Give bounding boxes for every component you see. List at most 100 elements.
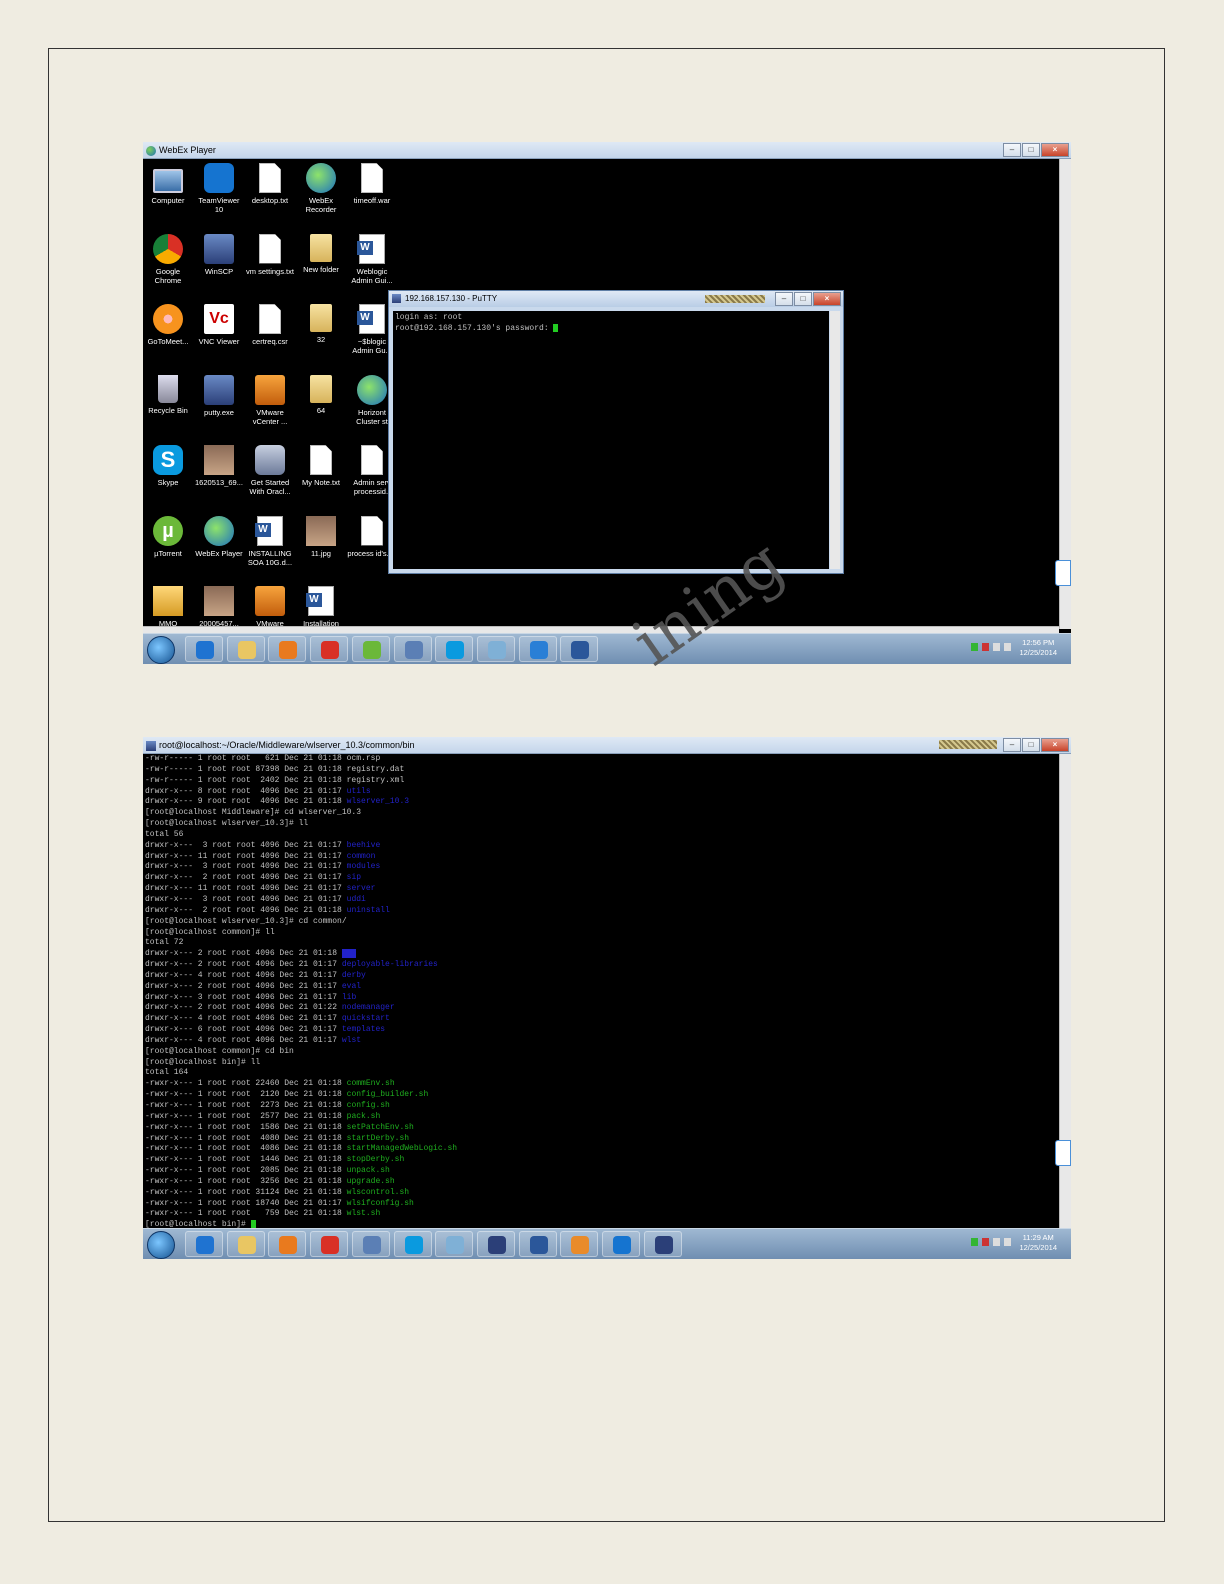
minimize-button[interactable]: – (1003, 738, 1021, 752)
desktop-icon[interactable]: putty.exe (194, 374, 244, 417)
taskbar-button[interactable] (351, 1231, 390, 1257)
taskbar-button[interactable] (393, 1231, 432, 1257)
signal-icon[interactable] (993, 643, 1000, 651)
desktop-icon-label: vm settings.txt (246, 266, 294, 276)
desktop-icon[interactable]: TeamViewer 10 (194, 163, 244, 214)
putty-scrollbar[interactable] (830, 311, 840, 569)
putty-icon (146, 740, 156, 751)
terminal-line-text: drwxr-x--- 11 root root 4096 Dec 21 01:1… (145, 851, 347, 861)
desktop-icon[interactable]: S Skype (143, 445, 193, 487)
close-button[interactable]: × (1041, 143, 1069, 157)
desktop-icon[interactable]: vm settings.txt (245, 233, 295, 276)
desktop-icon[interactable]: WebEx Recorder (296, 163, 346, 214)
database-icon (255, 445, 285, 475)
webex-side-tab-icon[interactable] (1055, 1140, 1071, 1166)
maximize-button[interactable]: □ (794, 292, 812, 306)
desktop-icon[interactable]: VMware vCenter ... (245, 374, 295, 426)
vertical-scrollbar[interactable] (1059, 159, 1071, 629)
desktop-icon[interactable]: certreq.csr (245, 304, 295, 346)
taskbar-button[interactable] (435, 636, 474, 662)
taskbar-button[interactable] (268, 1231, 307, 1257)
start-button[interactable] (147, 1231, 175, 1259)
desktop-icon[interactable]: 20005457... (194, 586, 244, 628)
volume-icon[interactable] (1004, 1238, 1011, 1246)
terminal-output[interactable]: -rw-r----- 1 root root 621 Dec 21 01:18 … (143, 754, 1059, 1229)
taskbar-button[interactable] (476, 636, 515, 662)
desktop-icon[interactable]: timeoff.war (347, 163, 397, 205)
tray-icon[interactable] (971, 643, 978, 651)
close-button[interactable]: × (813, 292, 841, 306)
desktop-icon[interactable]: New folder (296, 233, 346, 274)
taskbar-button[interactable] (518, 636, 557, 662)
desktop-icon[interactable]: WinSCP (194, 233, 244, 276)
taskbar-button[interactable] (560, 1231, 599, 1257)
taskbar-button[interactable] (351, 636, 390, 662)
terminal-line: [root@localhost common]# cd bin (145, 1047, 294, 1056)
desktop-icon[interactable]: MMO (143, 586, 193, 628)
desktop-icon[interactable]: My Note.txt (296, 445, 346, 487)
taskbar-button[interactable] (393, 636, 432, 662)
terminal-line-text: -rwxr-x--- 1 root root 2085 Dec 21 01:18 (145, 1166, 347, 1176)
desktop-icon[interactable]: INSTALLING SOA 10G.d... (245, 515, 295, 567)
desktop-icon-label: 1620513_69... (195, 478, 243, 487)
desktop-icon[interactable]: 64 (296, 374, 346, 415)
tray-icon[interactable] (971, 1238, 978, 1246)
desktop-icon[interactable]: Computer (143, 163, 193, 205)
maximize-button[interactable]: □ (1022, 738, 1040, 752)
terminal-line: -rwxr-x--- 1 root root 1446 Dec 21 01:18… (145, 1155, 404, 1164)
desktop-icon-label: 11.jpg (311, 548, 331, 558)
close-button[interactable]: × (1041, 738, 1069, 752)
tray-icon[interactable] (982, 643, 989, 651)
terminal-line-text: drwxr-x--- 4 root root 4096 Dec 21 01:17 (145, 970, 342, 980)
terminal-line: drwxr-x--- 3 root root 4096 Dec 21 01:17… (145, 993, 356, 1002)
desktop-icon[interactable]: 32 (296, 304, 346, 344)
taskbar-button[interactable] (185, 1231, 223, 1257)
taskbar-button[interactable] (310, 636, 349, 662)
desktop-icon[interactable]: µ µTorrent (143, 515, 193, 558)
taskbar-button[interactable] (643, 1231, 682, 1257)
desktop-icon[interactable]: Vc VNC Viewer (194, 304, 244, 346)
taskbar-button[interactable] (476, 1231, 515, 1257)
desktop-icon[interactable]: Weblogic Admin Gui... (347, 233, 397, 285)
terminal-line: drwxr-x--- 2 root root 4096 Dec 21 01:17… (145, 873, 361, 882)
terminal-line: drwxr-x--- 2 root root 4096 Dec 21 01:17… (145, 982, 361, 991)
clock[interactable]: 11:29 AM 12/25/2014 (1019, 1233, 1057, 1253)
taskbar-button[interactable] (226, 1231, 265, 1257)
maximize-button[interactable]: □ (1022, 143, 1040, 157)
start-button[interactable] (147, 636, 175, 664)
desktop-icon[interactable]: GoToMeet... (143, 304, 193, 346)
clock[interactable]: 12:56 PM 12/25/2014 (1019, 638, 1057, 658)
minimize-button[interactable]: – (775, 292, 793, 306)
terminal-line: -rwxr-x--- 1 root root 2577 Dec 21 01:18… (145, 1112, 380, 1121)
desktop-icon[interactable]: Get Started With Oracl... (245, 445, 295, 496)
desktop-icon[interactable]: Google Chrome (143, 233, 193, 285)
desktop-icon[interactable]: 1620513_69... (194, 445, 244, 487)
terminal-line-text: drwxr-x--- 3 root root 4096 Dec 21 01:17 (145, 992, 342, 1002)
taskbar-button[interactable] (226, 636, 265, 662)
terminal-line-text: drwxr-x--- 6 root root 4096 Dec 21 01:17 (145, 1025, 342, 1035)
desktop-icon[interactable]: VMware (245, 586, 295, 628)
taskbar-button[interactable] (435, 1231, 474, 1257)
taskbar-button[interactable] (310, 1231, 349, 1257)
terminal-line: [root@localhost Middleware]# cd wlserver… (145, 808, 361, 817)
taskbar-button[interactable] (185, 636, 223, 662)
file-name: wlserver_10.3 (346, 797, 410, 807)
putty-terminal[interactable]: login as: root root@192.168.157.130's pa… (393, 311, 829, 569)
clock-time: 12:56 PM (1022, 638, 1055, 647)
signal-icon[interactable] (993, 1238, 1000, 1246)
desktop-icon[interactable]: WebEx Player (194, 515, 244, 558)
webex-side-tab-icon[interactable] (1055, 560, 1071, 586)
taskbar-button[interactable] (268, 636, 307, 662)
file-icon (361, 163, 383, 193)
tray-icon[interactable] (982, 1238, 989, 1246)
taskbar-button[interactable] (518, 1231, 557, 1257)
taskbar-button[interactable] (602, 1231, 640, 1257)
taskbar-button[interactable] (560, 636, 599, 662)
desktop-icon[interactable]: desktop.txt (245, 163, 295, 205)
desktop-icon[interactable]: 11.jpg (296, 515, 346, 558)
terminal-line-text: -rwxr-x--- 1 root root 1446 Dec 21 01:18 (145, 1155, 347, 1165)
volume-icon[interactable] (1004, 643, 1011, 651)
desktop-icon[interactable]: Installation (296, 586, 346, 628)
desktop-icon[interactable]: Recycle Bin (143, 374, 193, 415)
minimize-button[interactable]: – (1003, 143, 1021, 157)
